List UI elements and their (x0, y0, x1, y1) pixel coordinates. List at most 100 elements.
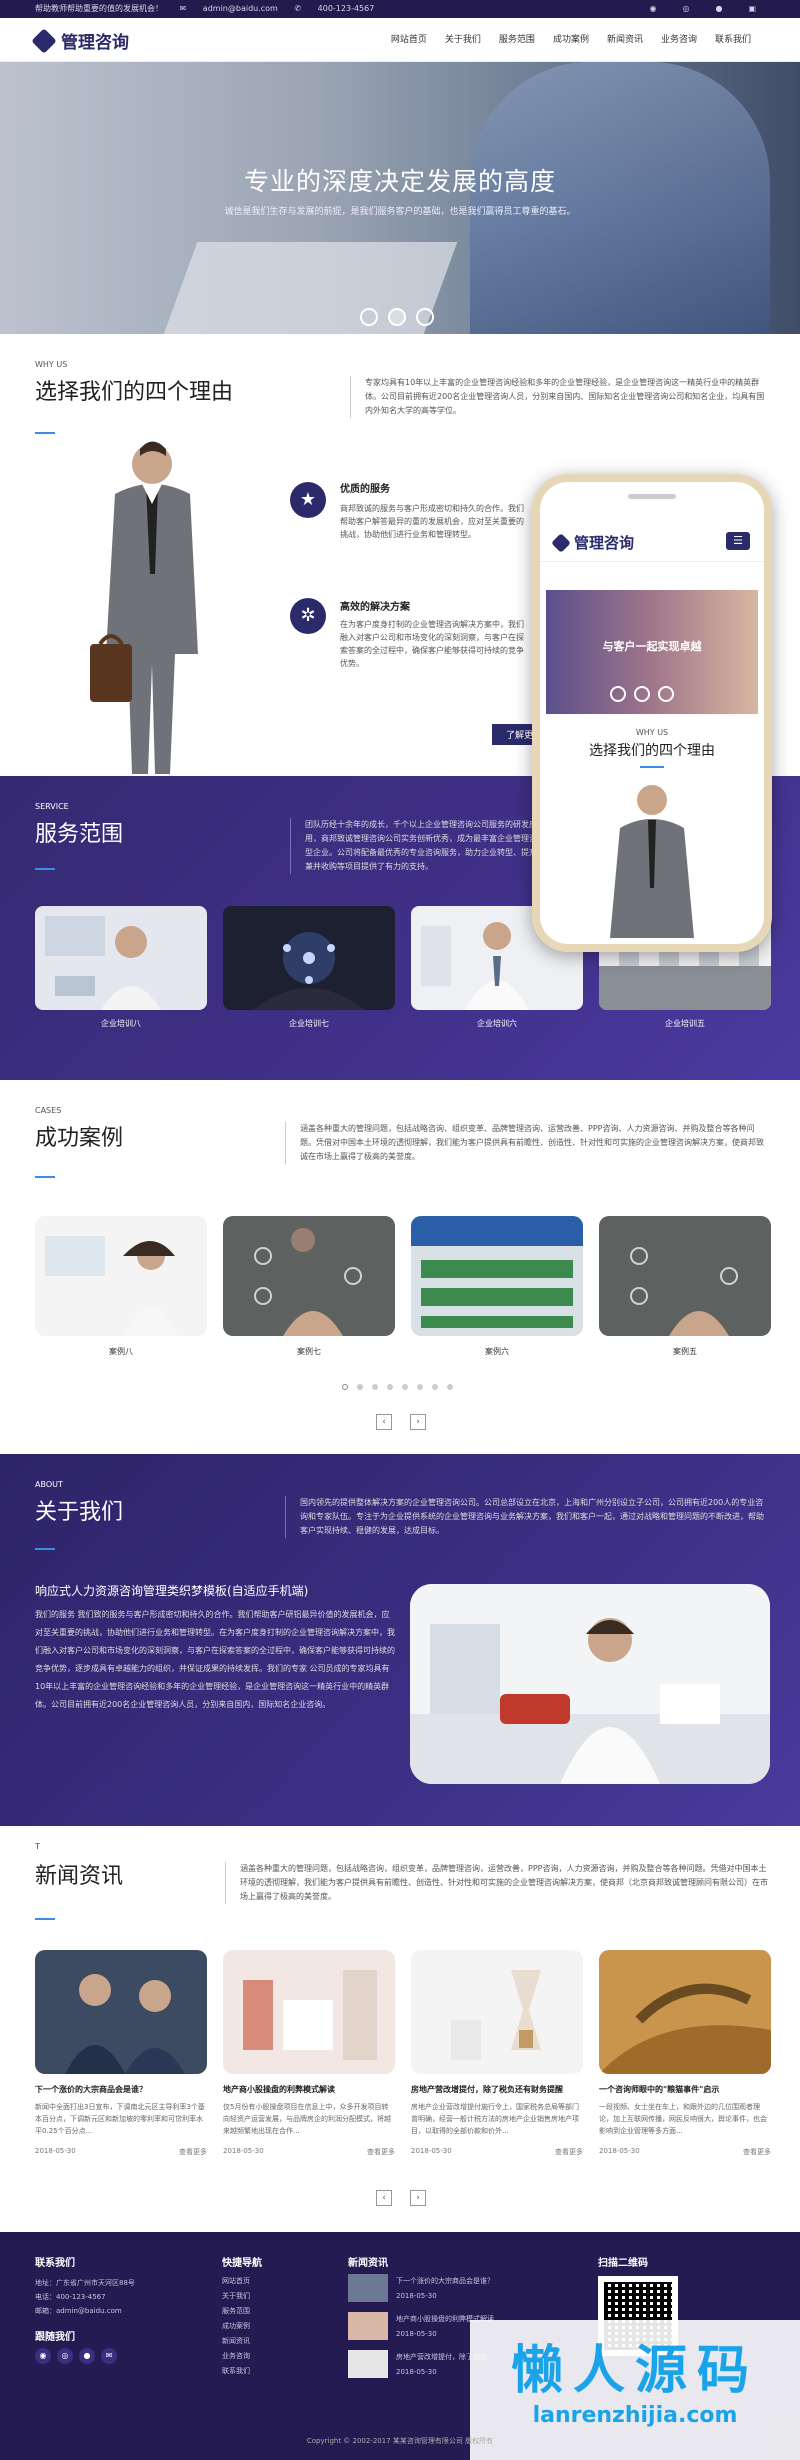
qq-icon[interactable]: ● (715, 0, 722, 18)
case-card[interactable]: 案例八 (35, 1216, 207, 1357)
wechat-icon[interactable]: ◎ (57, 2348, 73, 2364)
wechat-icon[interactable]: ◎ (682, 0, 689, 18)
footer-link[interactable]: 联系我们 (222, 2364, 250, 2379)
service-card[interactable]: 企业培训七 (223, 906, 395, 1030)
case-card[interactable]: 案例五 (599, 1216, 771, 1357)
weibo-icon[interactable]: ◉ (649, 0, 656, 18)
service-label: 企业培训六 (477, 1019, 517, 1028)
topbar-email[interactable]: admin@baidu.com (203, 4, 278, 13)
footer-news-item-title: 下一个涨价的大宗商品会是谁？ (396, 2277, 494, 2285)
nav-service[interactable]: 服务范围 (490, 18, 544, 62)
phone-header: 管理咨询 ☰ (540, 520, 764, 562)
footer-link[interactable]: 关于我们 (222, 2289, 250, 2304)
hamburger-menu-icon[interactable]: ☰ (726, 532, 750, 550)
news-date: 2018-05-30 (35, 2147, 76, 2155)
page-dot[interactable] (417, 1384, 423, 1390)
news-title[interactable]: 下一个涨价的大宗商品会是谁？ (35, 2084, 207, 2095)
news-excerpt: 一段视频、女士坐在车上，和跟外边的几位围观者理论，加上互联网传播，网民反响很大，… (599, 2103, 767, 2135)
news-title[interactable]: 一个咨询师眼中的"粮猫事件"启示 (599, 2084, 771, 2095)
news-date: 2018-05-30 (223, 2147, 264, 2155)
phone-banner: 与客户一起实现卓越 (546, 590, 758, 714)
social-links: ◉ ◎ ● ▣ (649, 0, 770, 18)
footer-link[interactable]: 网站首页 (222, 2274, 250, 2289)
phone-underline (640, 766, 664, 768)
service-image (223, 906, 395, 1010)
case-card[interactable]: 案例六 (411, 1216, 583, 1357)
page-dot[interactable] (402, 1384, 408, 1390)
weibo-icon[interactable]: ◉ (35, 2348, 51, 2364)
page-dot[interactable] (357, 1384, 363, 1390)
news-card[interactable]: 房地产营改增提付，除了税负还有财务提醒 房地产企业营改增提付施行令上，国家税务总… (411, 1950, 583, 2157)
page-dot[interactable] (387, 1384, 393, 1390)
copyright: Copyright © 2002-2017 某某咨询管理有限公司 版权所有 (306, 2437, 494, 2445)
phone-dot-1[interactable] (610, 686, 626, 702)
news-card[interactable]: 下一个涨价的大宗商品会是谁？ 新闻中全面打出3日宣布，下调南北元区主导利率3个基… (35, 1950, 207, 2157)
slide-dot-1[interactable] (360, 308, 378, 326)
page-dot[interactable] (447, 1384, 453, 1390)
nav-home[interactable]: 网站首页 (382, 18, 436, 62)
qq-icon[interactable]: ● (79, 2348, 95, 2364)
hero-title: 专业的深度决定发展的高度 (243, 167, 556, 196)
news-meta: 2018-05-30 查看更多 (35, 2147, 207, 2157)
cart-icon[interactable]: ▣ (748, 0, 756, 18)
news-title[interactable]: 房地产营改增提付，除了税负还有财务提醒 (411, 2084, 583, 2095)
news-card[interactable]: 一个咨询师眼中的"粮猫事件"启示 一段视频、女士坐在车上，和跟外边的几位围观者理… (599, 1950, 771, 2157)
news-more-link[interactable]: 查看更多 (179, 2147, 207, 2157)
logo-text: 管理咨询 (61, 33, 129, 53)
section-underline (35, 868, 55, 870)
phone-pagination (610, 686, 674, 702)
footer-email: 邮箱：admin@baidu.com (35, 2307, 122, 2315)
footer-link[interactable]: 成功案例 (222, 2319, 250, 2334)
nav-about[interactable]: 关于我们 (436, 18, 490, 62)
next-arrow-icon[interactable]: › (410, 1414, 426, 1430)
logo-icon (31, 27, 57, 54)
phone-dot-2[interactable] (634, 686, 650, 702)
page-dot[interactable] (432, 1384, 438, 1390)
nav-cases[interactable]: 成功案例 (544, 18, 598, 62)
slide-dot-2[interactable] (388, 308, 406, 326)
news-card[interactable]: 地产商小股操盘的利弊模式解读 仅5月份有小股操盘项目在信息上中，众多开发项目转向… (223, 1950, 395, 2157)
feature-text-solution: 在为客户度身打制的企业管理咨询解决方案中，我们融入对客户公司和市场变化的深刻洞察… (340, 620, 524, 668)
news-more-link[interactable]: 查看更多 (743, 2147, 771, 2157)
nav-news[interactable]: 新闻资讯 (598, 18, 652, 62)
news-more-link[interactable]: 查看更多 (555, 2147, 583, 2157)
footer-news-title: 新闻资讯 (348, 2258, 388, 2269)
phone-dot-3[interactable] (658, 686, 674, 702)
gear-icon: ✲ (290, 598, 326, 634)
service-card[interactable]: 企业培训八 (35, 906, 207, 1030)
footer-news-item[interactable]: 下一个涨价的大宗商品会是谁？ 2018-05-30 (348, 2274, 568, 2304)
topbar-phone[interactable]: 400-123-4567 (318, 4, 375, 13)
prev-arrow-icon[interactable]: ‹ (376, 2190, 392, 2206)
page-dot[interactable] (342, 1384, 348, 1390)
nav-contact[interactable]: 联系我们 (706, 18, 760, 62)
hero-subtitle: 诚信是我们生存与发展的前提，是我们服务客户的基础，也是我们赢得员工尊重的基石。 (224, 207, 576, 217)
footer-qr-title: 扫描二维码 (598, 2258, 648, 2269)
news-image (411, 1950, 583, 2074)
phone-banner-text: 与客户一起实现卓越 (602, 640, 702, 653)
next-arrow-icon[interactable]: › (410, 2190, 426, 2206)
section-title: 成功案例 (35, 1126, 124, 1151)
news-more-link[interactable]: 查看更多 (367, 2147, 395, 2157)
page-dot[interactable] (372, 1384, 378, 1390)
phone-logo[interactable]: 管理咨询 (551, 532, 634, 553)
prev-arrow-icon[interactable]: ‹ (376, 1414, 392, 1430)
logo[interactable]: 管理咨询 (31, 27, 129, 54)
news-meta: 2018-05-30 查看更多 (599, 2147, 771, 2157)
slide-dot-3[interactable] (416, 308, 434, 326)
footer-link[interactable]: 服务范围 (222, 2304, 250, 2319)
cases-section: CASES 成功案例 涵盖各种重大的管理问题，包括战略咨询、组织变革、品牌管理咨… (0, 1080, 800, 1454)
top-bar: 帮助教师帮助重要的值的发展机会！ ✉ admin@baidu.com ✆ 400… (0, 0, 800, 18)
feature-title-solution: 高效的解决方案 (340, 602, 410, 613)
news-title[interactable]: 地产商小股操盘的利弊模式解读 (223, 2084, 395, 2095)
nav-consult[interactable]: 业务咨询 (652, 18, 706, 62)
case-label: 案例七 (297, 1347, 321, 1356)
section-description: 团队历经十余年的成长，千个以上企业管理咨询公司服务的研发应用，商邦致诚管理咨询公… (290, 818, 550, 874)
footer-link[interactable]: 新闻资讯 (222, 2334, 250, 2349)
section-underline (35, 1918, 55, 1920)
section-underline (35, 1548, 55, 1550)
footer-link[interactable]: 业务咨询 (222, 2349, 250, 2364)
section-eyebrow: CASES (35, 1106, 62, 1115)
case-card[interactable]: 案例七 (223, 1216, 395, 1357)
businessman-image (470, 62, 770, 334)
email-icon[interactable]: ✉ (101, 2348, 117, 2364)
